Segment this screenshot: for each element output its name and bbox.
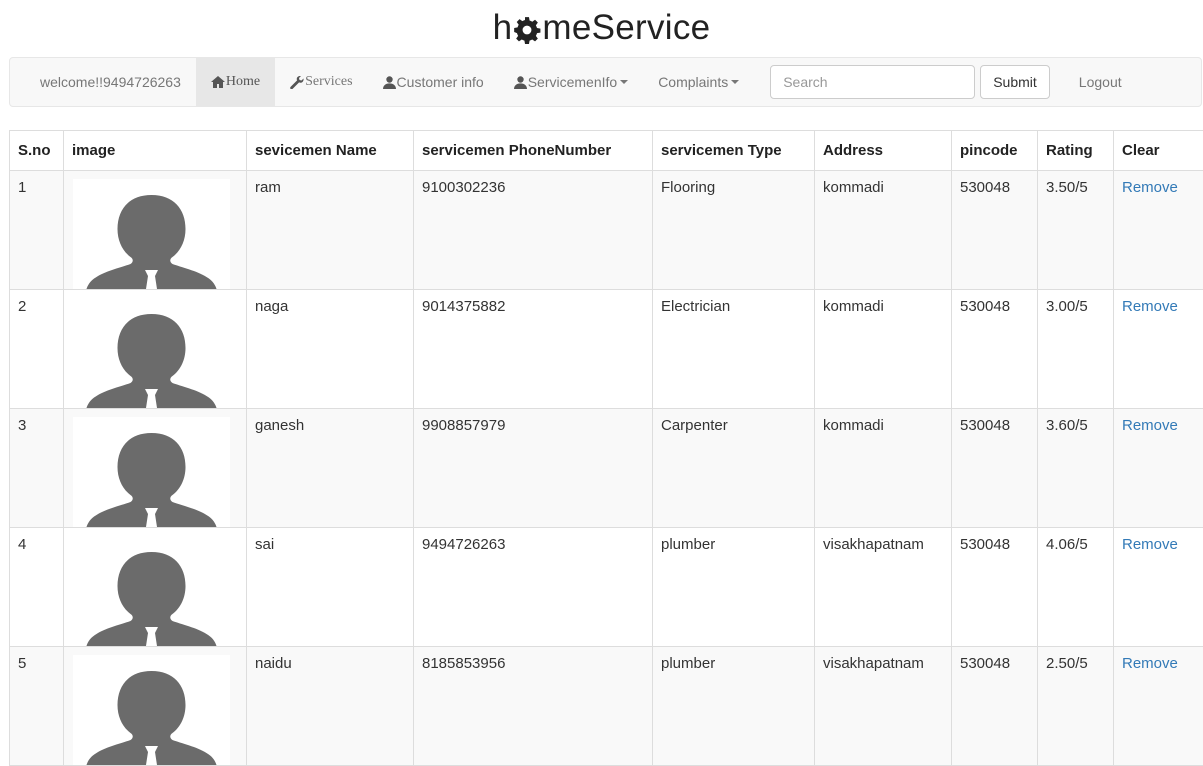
remove-link[interactable]: Remove [1122, 298, 1178, 315]
brand-prefix: h [493, 8, 513, 48]
user-icon [383, 76, 396, 89]
chevron-down-icon [620, 80, 628, 84]
cell-type: plumber [653, 647, 815, 766]
logout-link[interactable]: Logout [1064, 58, 1137, 106]
cell-rating: 4.06/5 [1038, 528, 1114, 647]
chevron-down-icon [731, 80, 739, 84]
cell-address: kommadi [815, 290, 952, 409]
cell-rating: 3.50/5 [1038, 171, 1114, 290]
top-navbar: welcome!!9494726263 Home Services Custom… [9, 57, 1202, 107]
cell-rating: 2.50/5 [1038, 647, 1114, 766]
nav-complaints-dropdown[interactable]: Complaints [643, 58, 754, 106]
nav-complaints-label: Complaints [658, 74, 728, 90]
submit-button[interactable]: Submit [980, 65, 1050, 99]
header-name: sevicemen Name [247, 131, 414, 171]
remove-link[interactable]: Remove [1122, 655, 1178, 672]
cell-phone: 8185853956 [414, 647, 653, 766]
user-icon [514, 76, 527, 89]
cell-image [64, 171, 247, 290]
header-address: Address [815, 131, 952, 171]
cell-clear: Remove [1114, 647, 1203, 766]
nav-customer-info[interactable]: Customer info [368, 58, 499, 106]
cell-sno: 3 [10, 409, 64, 528]
cell-address: visakhapatnam [815, 647, 952, 766]
header-pincode: pincode [952, 131, 1038, 171]
cell-name: naidu [247, 647, 414, 766]
cell-pincode: 530048 [952, 528, 1038, 647]
nav-home-label: Home [226, 74, 260, 90]
nav-customer-info-label: Customer info [397, 74, 484, 90]
remove-link[interactable]: Remove [1122, 179, 1178, 196]
cell-clear: Remove [1114, 409, 1203, 528]
cell-rating: 3.00/5 [1038, 290, 1114, 409]
wrench-icon [290, 76, 304, 89]
search-form: Submit [770, 58, 1050, 106]
cell-address: visakhapatnam [815, 528, 952, 647]
cell-clear: Remove [1114, 171, 1203, 290]
servicemen-table: S.no image sevicemen Name servicemen Pho… [9, 130, 1203, 766]
cell-type: Electrician [653, 290, 815, 409]
welcome-text: welcome!!9494726263 [10, 58, 196, 106]
cell-image [64, 528, 247, 647]
cell-image [64, 290, 247, 409]
table-row: 4 sai 9494726263 plumber visakhapatnam 5… [10, 528, 1203, 647]
cell-name: ganesh [247, 409, 414, 528]
cell-phone: 9100302236 [414, 171, 653, 290]
table-row: 5 naidu 8185853956 plumber visakhapatnam… [10, 647, 1203, 766]
header-clear: Clear [1114, 131, 1203, 171]
remove-link[interactable]: Remove [1122, 417, 1178, 434]
home-icon [211, 76, 225, 88]
cell-address: kommadi [815, 409, 952, 528]
cell-image [64, 647, 247, 766]
person-silhouette-icon [73, 536, 230, 646]
cell-image [64, 409, 247, 528]
cell-name: ram [247, 171, 414, 290]
header-rating: Rating [1038, 131, 1114, 171]
cell-type: Carpenter [653, 409, 815, 528]
cell-name: sai [247, 528, 414, 647]
brand-title: h meService [0, 0, 1203, 56]
cell-pincode: 530048 [952, 409, 1038, 528]
cell-phone: 9014375882 [414, 290, 653, 409]
cell-sno: 5 [10, 647, 64, 766]
header-type: servicemen Type [653, 131, 815, 171]
cell-type: Flooring [653, 171, 815, 290]
header-image: image [64, 131, 247, 171]
servicemen-table-container: S.no image sevicemen Name servicemen Pho… [9, 130, 1203, 766]
cell-clear: Remove [1114, 290, 1203, 409]
nav-home[interactable]: Home [196, 58, 275, 106]
cell-sno: 2 [10, 290, 64, 409]
table-row: 3 ganesh 9908857979 Carpenter kommadi 53… [10, 409, 1203, 528]
table-header-row: S.no image sevicemen Name servicemen Pho… [10, 131, 1203, 171]
nav-servicemen-info-label: ServicemenIfo [528, 74, 617, 90]
person-silhouette-icon [73, 298, 230, 408]
cell-name: naga [247, 290, 414, 409]
cell-pincode: 530048 [952, 171, 1038, 290]
cell-rating: 3.60/5 [1038, 409, 1114, 528]
brand-suffix: meService [542, 8, 710, 48]
table-row: 2 naga 9014375882 Electrician kommadi 53… [10, 290, 1203, 409]
cell-pincode: 530048 [952, 647, 1038, 766]
cell-pincode: 530048 [952, 290, 1038, 409]
cell-sno: 1 [10, 171, 64, 290]
table-row: 1 ram 9100302236 Flooring kommadi 530048… [10, 171, 1203, 290]
cell-phone: 9494726263 [414, 528, 653, 647]
person-silhouette-icon [73, 179, 230, 289]
nav-services-label: Services [305, 74, 352, 90]
person-silhouette-icon [73, 417, 230, 527]
cell-address: kommadi [815, 171, 952, 290]
header-phone: servicemen PhoneNumber [414, 131, 653, 171]
cell-type: plumber [653, 528, 815, 647]
cell-clear: Remove [1114, 528, 1203, 647]
gear-icon [513, 16, 541, 44]
search-input[interactable] [770, 65, 975, 99]
header-sno: S.no [10, 131, 64, 171]
cell-sno: 4 [10, 528, 64, 647]
cell-phone: 9908857979 [414, 409, 653, 528]
person-silhouette-icon [73, 655, 230, 765]
remove-link[interactable]: Remove [1122, 536, 1178, 553]
nav-servicemen-info-dropdown[interactable]: ServicemenIfo [499, 58, 643, 106]
nav-services[interactable]: Services [275, 58, 367, 106]
